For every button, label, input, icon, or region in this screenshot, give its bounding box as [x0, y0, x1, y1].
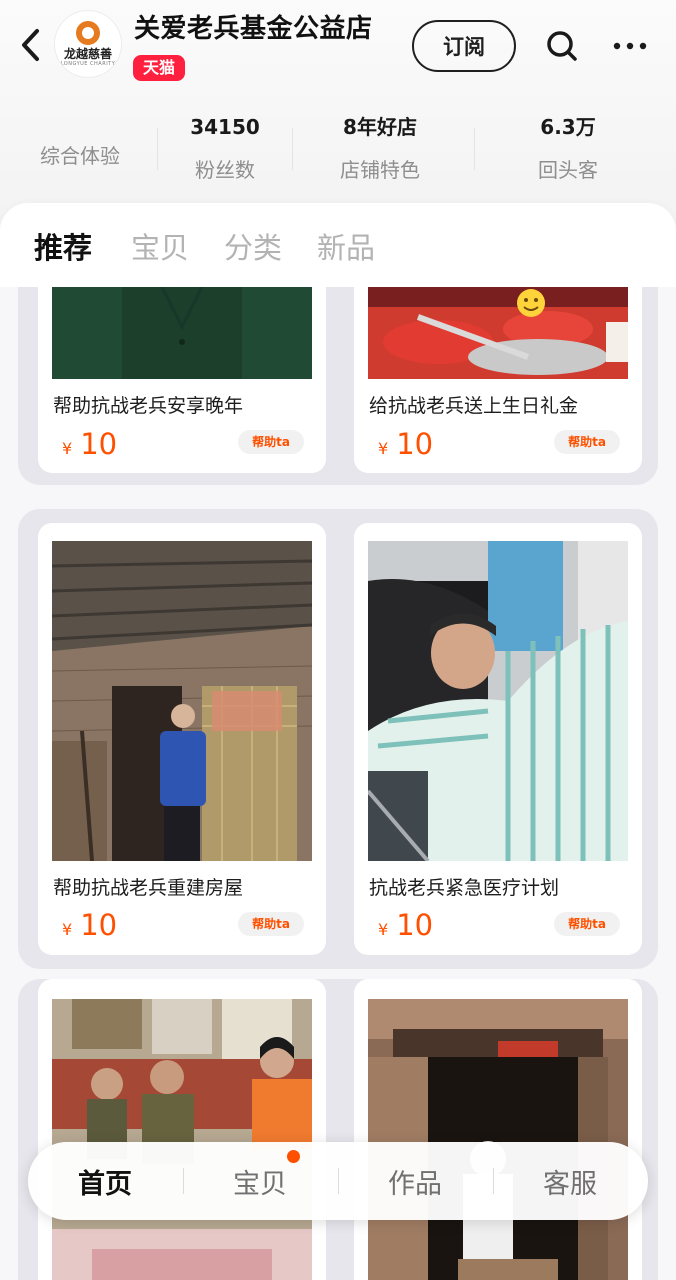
product-title[interactable]: 给抗战老兵送上生日礼金: [369, 391, 578, 418]
overall-experience-label[interactable]: 综合体验: [40, 140, 120, 169]
tab-items[interactable]: 宝贝: [131, 225, 189, 267]
product-price: ¥10: [378, 427, 433, 461]
product-image[interactable]: [52, 287, 312, 379]
product-card[interactable]: 帮助抗战老兵安享晚年 ¥10 帮助ta: [38, 287, 326, 473]
stat-label: 粉丝数: [195, 158, 255, 182]
store-logo[interactable]: 龙越慈善 LONGYUE CHARITY: [54, 10, 122, 78]
store-stats: 综合体验 34150 粉丝数 8年好店 店铺特色 6.3万 回头客: [0, 100, 676, 195]
hospital-patient-image: [368, 541, 628, 861]
product-group: 帮助抗战老兵重建房屋 ¥10 帮助ta 抗战老兵紧急医疗计划 ¥ 10 帮助ta: [18, 509, 658, 969]
more-dots-icon: [613, 42, 647, 50]
subscribe-button[interactable]: 订阅: [412, 20, 516, 72]
product-image[interactable]: [52, 999, 312, 1280]
stat-label: 回头客: [538, 158, 598, 182]
stat-divider: [292, 128, 293, 170]
product-price: ¥10: [62, 427, 117, 461]
bottom-nav: 首页 宝贝 作品 客服: [28, 1142, 648, 1220]
currency-symbol: ¥: [62, 439, 73, 458]
product-group: [18, 979, 658, 1280]
nav-divider: [338, 1168, 339, 1194]
price-value: 10: [396, 427, 434, 461]
back-button[interactable]: [10, 22, 50, 68]
stat-value: 6.3万: [540, 115, 596, 139]
store-tabs: 推荐 宝贝 分类 新品: [0, 203, 676, 293]
nav-home[interactable]: 首页: [30, 1162, 180, 1201]
product-image[interactable]: [368, 999, 628, 1280]
product-price: ¥10: [378, 908, 433, 942]
tab-categories[interactable]: 分类: [224, 225, 282, 267]
product-price: ¥10: [62, 908, 117, 942]
stat-divider: [474, 128, 475, 170]
help-button[interactable]: 帮助ta: [554, 912, 620, 936]
nav-customer-service[interactable]: 客服: [495, 1162, 645, 1201]
product-image[interactable]: [368, 541, 628, 861]
nav-divider: [183, 1168, 184, 1194]
product-card[interactable]: [38, 979, 326, 1280]
search-button[interactable]: [540, 24, 584, 68]
help-button[interactable]: 帮助ta: [238, 430, 304, 454]
back-arrow-icon: [22, 29, 39, 61]
product-card[interactable]: 抗战老兵紧急医疗计划 ¥10 帮助ta: [354, 523, 642, 955]
store-name: 关爱老兵基金公益店: [134, 14, 373, 44]
price-value: 10: [80, 427, 118, 461]
currency-symbol: ¥: [378, 920, 389, 939]
product-card[interactable]: [354, 979, 642, 1280]
stat-fans[interactable]: 34150 粉丝数: [145, 112, 305, 183]
stat-label: 店铺特色: [340, 158, 420, 182]
help-button[interactable]: 帮助ta: [238, 912, 304, 936]
stat-value: 8年好店: [343, 115, 417, 139]
tab-recommend[interactable]: 推荐: [34, 225, 92, 267]
product-image[interactable]: [52, 541, 312, 861]
old-doorway-image: [368, 999, 628, 1280]
birthday-gift-image: [368, 287, 628, 379]
store-header: 龙越慈善 LONGYUE CHARITY 关爱老兵基金公益店 天猫 订阅 综合体…: [0, 0, 676, 215]
more-button[interactable]: [608, 26, 652, 66]
help-button[interactable]: 帮助ta: [554, 430, 620, 454]
product-title[interactable]: 抗战老兵紧急医疗计划: [369, 873, 559, 900]
product-card[interactable]: 帮助抗战老兵重建房屋 ¥10 帮助ta: [38, 523, 326, 955]
currency-symbol: ¥: [378, 439, 389, 458]
search-icon: [547, 31, 577, 61]
nav-items[interactable]: 宝贝: [185, 1162, 335, 1201]
stat-returning-customers[interactable]: 6.3万 回头客: [488, 112, 648, 183]
product-title[interactable]: 帮助抗战老兵安享晚年: [53, 391, 243, 418]
nav-divider: [493, 1168, 494, 1194]
product-feed[interactable]: 帮助抗战老兵安享晚年 ¥10 帮助ta 给抗战老兵送上生日礼金 ¥ 10 帮助t…: [0, 287, 676, 1280]
notification-dot: [287, 1150, 300, 1163]
logo-subtext: LONGYUE CHARITY: [60, 60, 116, 67]
logo-mark: [76, 20, 100, 45]
price-value: 10: [80, 908, 118, 942]
currency-symbol: ¥: [62, 920, 73, 939]
stat-store-feature[interactable]: 8年好店 店铺特色: [300, 112, 460, 183]
price-value: 10: [396, 908, 434, 942]
product-image[interactable]: [368, 287, 628, 379]
old-house-image: [52, 541, 312, 861]
product-group: 帮助抗战老兵安享晚年 ¥10 帮助ta 给抗战老兵送上生日礼金 ¥ 10 帮助t…: [18, 287, 658, 485]
product-card[interactable]: 给抗战老兵送上生日礼金 ¥10 帮助ta: [354, 287, 642, 473]
stat-value: 34150: [190, 115, 260, 139]
logo-text: 龙越慈善: [63, 46, 112, 61]
tab-new[interactable]: 新品: [317, 225, 375, 267]
product-title[interactable]: 帮助抗战老兵重建房屋: [53, 873, 243, 900]
salute-group-image: [52, 999, 312, 1280]
nav-works[interactable]: 作品: [340, 1162, 490, 1201]
veteran-portrait-image: [52, 287, 312, 379]
tmall-badge: 天猫: [133, 55, 186, 81]
